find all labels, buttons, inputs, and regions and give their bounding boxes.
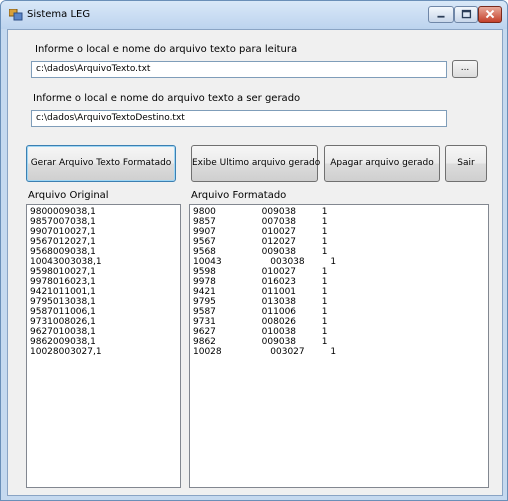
list-item[interactable]: 9857007038,1 — [30, 217, 177, 227]
list-item[interactable]: 9421 011001 1 — [193, 287, 485, 297]
input-file-field[interactable]: c:\dados\ArquivoTexto.txt — [31, 61, 447, 78]
list-item[interactable]: 9795013038,1 — [30, 297, 177, 307]
main-window: Sistema LEG Informe o local e nome do ar… — [0, 0, 508, 501]
original-file-label: Arquivo Original — [28, 190, 109, 201]
list-item[interactable]: 9627 010038 1 — [193, 327, 485, 337]
list-item[interactable]: 9627010038,1 — [30, 327, 177, 337]
exit-button[interactable]: Sair — [445, 145, 487, 182]
list-item[interactable]: 9598 010027 1 — [193, 267, 485, 277]
list-item[interactable]: 9731008026,1 — [30, 317, 177, 327]
list-item[interactable]: 9907010027,1 — [30, 227, 177, 237]
formatted-lines: 9800 009038 1 9857 007038 1 9907 010027 19… — [193, 207, 485, 357]
list-item[interactable]: 9731 008026 1 — [193, 317, 485, 327]
form-body: Informe o local e nome do arquivo texto … — [7, 29, 503, 496]
list-item[interactable]: 9598010027,1 — [30, 267, 177, 277]
show-last-file-button[interactable]: Exibe Ultimo arquivo gerado — [191, 145, 320, 182]
list-item[interactable]: 10028003027,1 — [30, 347, 177, 357]
list-item[interactable]: 10028 003027 1 — [193, 347, 485, 357]
list-item[interactable]: 9587011006,1 — [30, 307, 177, 317]
list-item[interactable]: 9568 009038 1 — [193, 247, 485, 257]
app-icon — [9, 9, 23, 21]
close-icon — [485, 9, 495, 19]
formatted-file-list[interactable]: 9800 009038 1 9857 007038 1 9907 010027 19… — [189, 204, 489, 488]
close-button[interactable] — [478, 6, 502, 23]
browse-button[interactable]: ... — [452, 60, 478, 78]
list-item[interactable]: 9907 010027 1 — [193, 227, 485, 237]
maximize-button[interactable] — [454, 6, 478, 23]
output-file-label: Informe o local e nome do arquivo texto … — [33, 93, 301, 104]
list-item[interactable]: 9567 012027 1 — [193, 237, 485, 247]
list-item[interactable]: 9978016023,1 — [30, 277, 177, 287]
list-item[interactable]: 9800009038,1 — [30, 207, 177, 217]
list-item[interactable]: 9862009038,1 — [30, 337, 177, 347]
window-title: Sistema LEG — [27, 9, 91, 20]
list-item[interactable]: 9587 011006 1 — [193, 307, 485, 317]
list-item[interactable]: 9978 016023 1 — [193, 277, 485, 287]
generate-formatted-button[interactable]: Gerar Arquivo Texto Formatado — [26, 145, 176, 182]
title-bar[interactable]: Sistema LEG — [1, 1, 507, 29]
list-item[interactable]: 9862 009038 1 — [193, 337, 485, 347]
formatted-file-label: Arquivo Formatado — [191, 190, 287, 201]
output-file-field[interactable]: c:\dados\ArquivoTextoDestino.txt — [31, 110, 447, 127]
original-lines: 9800009038,1 9857007038,1 9907010027,1 9567… — [30, 207, 177, 357]
input-file-label: Informe o local e nome do arquivo texto … — [35, 44, 298, 55]
delete-generated-button[interactable]: Apagar arquivo gerado — [324, 145, 440, 182]
list-item[interactable]: 9857 007038 1 — [193, 217, 485, 227]
list-item[interactable]: 9567012027,1 — [30, 237, 177, 247]
list-item[interactable]: 9421011001,1 — [30, 287, 177, 297]
original-file-list[interactable]: 9800009038,1 9857007038,1 9907010027,1 9567… — [26, 204, 181, 488]
minimize-icon — [437, 15, 445, 18]
list-item[interactable]: 9568009038,1 — [30, 247, 177, 257]
list-item[interactable]: 10043 003038 1 — [193, 257, 485, 267]
list-item[interactable]: 9795 013038 1 — [193, 297, 485, 307]
maximize-icon — [461, 9, 472, 19]
minimize-button[interactable] — [428, 6, 454, 23]
list-item[interactable]: 10043003038,1 — [30, 257, 177, 267]
list-item[interactable]: 9800 009038 1 — [193, 207, 485, 217]
